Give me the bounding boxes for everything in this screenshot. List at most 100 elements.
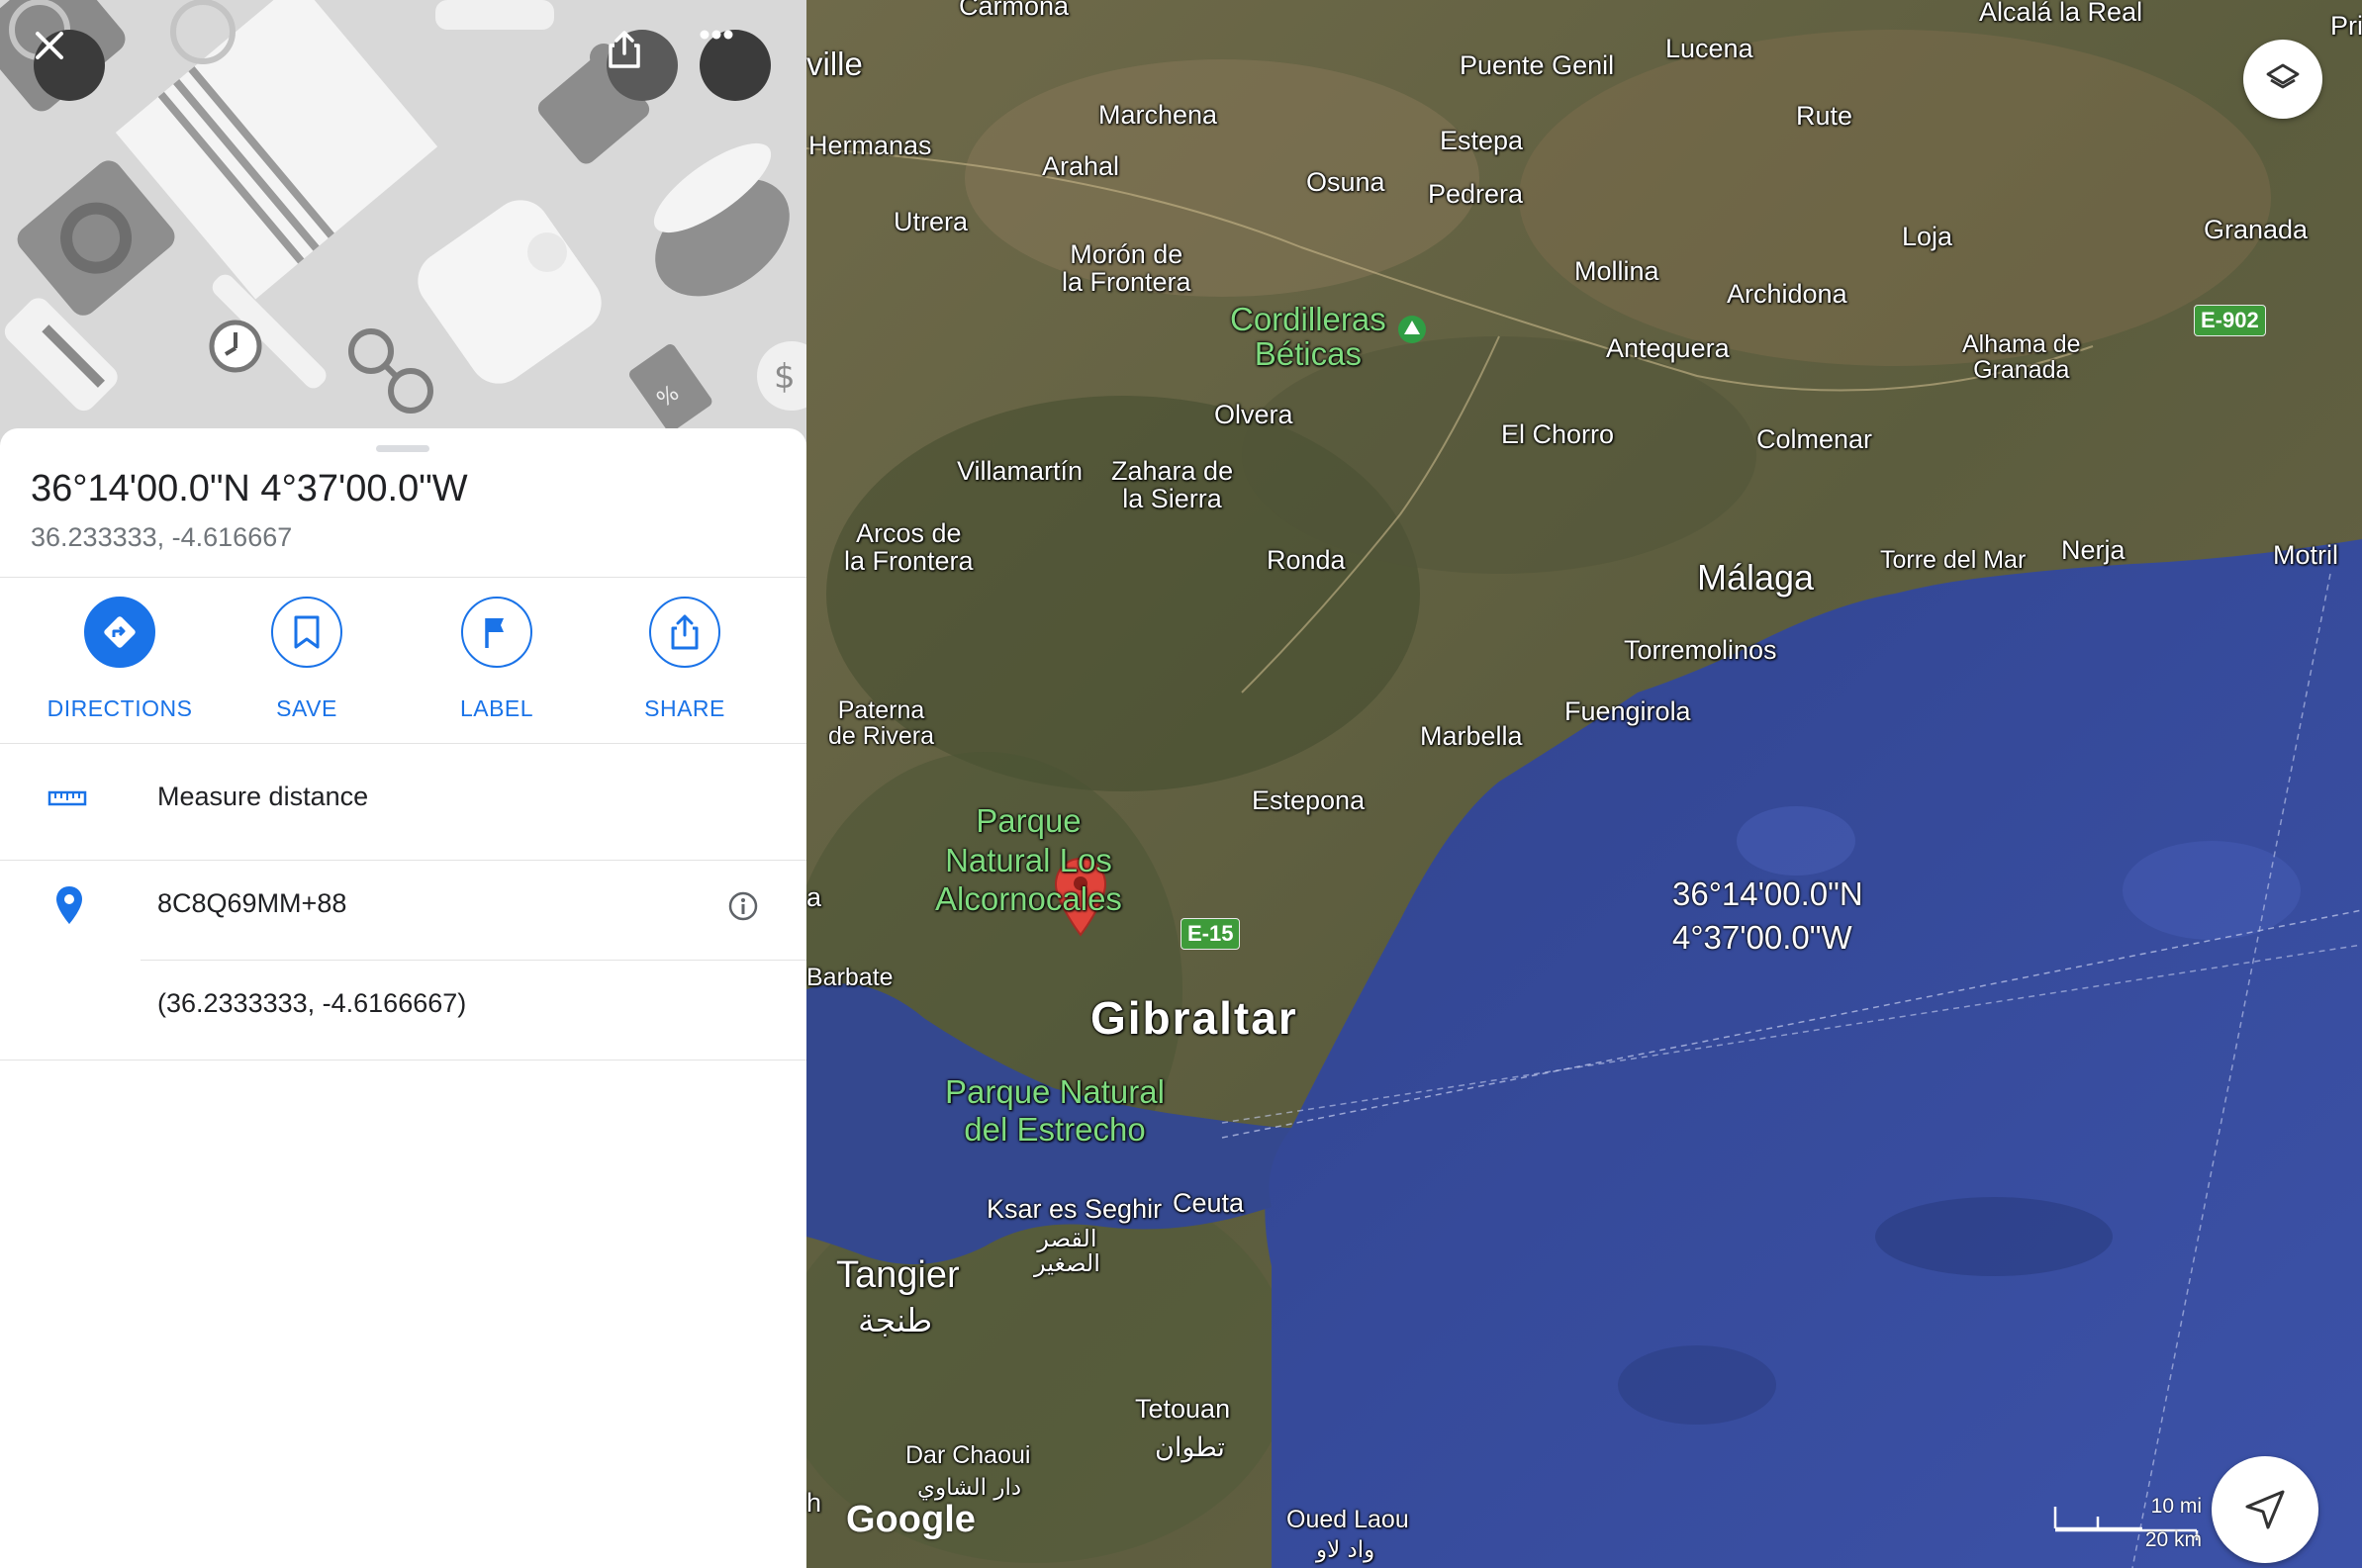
map-label-tangier: Tangier: [836, 1254, 960, 1296]
map-label-oued-laou-ar: واد لاو: [1316, 1537, 1375, 1563]
more-options-button[interactable]: [700, 30, 771, 101]
directions-label: DIRECTIONS: [47, 695, 193, 721]
map-label-tangier-ar: طنجة: [858, 1301, 933, 1339]
road-shield-e15: E-15: [1181, 918, 1241, 950]
map-label-hermanas: Hermanas: [808, 131, 932, 160]
label-button[interactable]: LABEL: [403, 597, 591, 725]
scale-km: 20 km: [2144, 1528, 2202, 1551]
map-label-dar-chaoui-ar: دار الشاوي: [917, 1475, 1022, 1501]
map-label-carmona: Carmona: [959, 0, 1070, 21]
map-label-moron: Morón de la Frontera: [1062, 239, 1191, 298]
location-pin-icon: [51, 882, 87, 928]
plus-code-text[interactable]: 8C8Q69MM+88: [157, 888, 346, 919]
map-label-paterna: Paterna de Rivera: [828, 696, 934, 751]
share-icon: [609, 31, 640, 68]
map-label-ville: ville: [806, 46, 863, 82]
hero-illustration: % $: [0, 0, 806, 445]
bookmark-icon: [294, 615, 320, 649]
map-label-tetouan: Tetouan: [1135, 1394, 1231, 1424]
map-label-olvera: Olvera: [1214, 400, 1293, 429]
place-panel: % $ 36°14'00.0"N 4°37'00.0"W 36.233333, …: [0, 0, 806, 1568]
map-label-ceuta: Ceuta: [1173, 1188, 1245, 1218]
measure-distance-row[interactable]: Measure distance: [0, 744, 806, 859]
map-label-archidona: Archidona: [1727, 279, 1847, 309]
map-label-lucena: Lucena: [1665, 34, 1753, 63]
map-label-a: a: [806, 882, 822, 912]
map-label-pri: Pri: [2330, 11, 2362, 41]
map-label-tetouan-ar: تطوان: [1155, 1432, 1225, 1463]
directions-icon: [104, 616, 136, 648]
map-label-rute: Rute: [1796, 101, 1853, 131]
road-shield-e902: E-902: [2194, 305, 2266, 336]
map-label-torremolinos: Torremolinos: [1624, 635, 1777, 665]
hero-pattern: % $: [0, 0, 806, 445]
drag-handle[interactable]: [376, 445, 429, 452]
coordinates-title: 36°14'00.0"N 4°37'00.0"W: [31, 468, 468, 509]
map-label-zahara: Zahara de la Sierra: [1111, 456, 1234, 514]
map-label-granada: Granada: [2204, 215, 2309, 244]
map-label-barbate: Barbate: [806, 964, 894, 991]
map-label-malaga: Málaga: [1697, 557, 1815, 598]
save-button[interactable]: SAVE: [213, 597, 401, 725]
map-label-villamartin: Villamartín: [957, 456, 1084, 486]
layers-icon: [2266, 63, 2300, 89]
scale-miles: 10 mi: [2150, 1495, 2202, 1518]
map-label-pedrera: Pedrera: [1428, 179, 1524, 209]
app-root: % $ 36°14'00.0"N 4°37'00.0"W 36.233333, …: [0, 0, 2362, 1568]
measure-distance-label: Measure distance: [157, 782, 369, 811]
my-location-button[interactable]: [2212, 1456, 2318, 1563]
layers-button[interactable]: [2243, 40, 2322, 119]
map-label-ksar-ar: القصر الصغير: [1034, 1225, 1100, 1278]
decimal-coords-text[interactable]: (36.2333333, -4.6166667): [157, 988, 466, 1019]
pin-label-lng: 4°37'00.0"W: [1672, 919, 1852, 956]
map-label-marbella: Marbella: [1420, 721, 1523, 751]
divider: [0, 1060, 806, 1061]
map-label-ronda: Ronda: [1267, 545, 1346, 575]
map-label-antequera: Antequera: [1606, 333, 1730, 363]
map-label-arahal: Arahal: [1042, 151, 1120, 181]
map-imagery: [806, 0, 2362, 1568]
map-scale: 10 mi 20 km: [2053, 1489, 2202, 1551]
map-label-loja: Loja: [1902, 222, 1953, 251]
map-label-estepa: Estepa: [1440, 126, 1524, 155]
divider: [0, 577, 806, 578]
map-label-motril: Motril: [2273, 540, 2338, 570]
map-label-gibraltar: Gibraltar: [1090, 992, 1298, 1044]
google-logo: Google: [846, 1499, 976, 1540]
share-top-button[interactable]: [607, 30, 678, 101]
map-label-h: h: [806, 1488, 822, 1518]
close-button[interactable]: [34, 30, 105, 101]
map-label-alcala: Alcalá la Real: [1979, 0, 2143, 27]
map-label-puente-genil: Puente Genil: [1460, 50, 1615, 80]
navigation-arrow-icon: [2245, 1490, 2285, 1529]
map-label-oued-laou: Oued Laou: [1286, 1506, 1409, 1533]
map-label-marchena: Marchena: [1098, 100, 1218, 130]
plus-code-row[interactable]: 8C8Q69MM+88: [0, 861, 806, 960]
map-label-estepona: Estepona: [1252, 785, 1366, 815]
map-label-el-chorro: El Chorro: [1501, 419, 1615, 449]
map-label-parque-estrecho: Parque Natural del Estrecho: [945, 1073, 1165, 1148]
directions-button[interactable]: DIRECTIONS: [26, 597, 214, 725]
ruler-icon: [47, 784, 87, 813]
label-label: LABEL: [459, 695, 534, 721]
share-label: SHARE: [644, 695, 725, 721]
map-label-arcos: Arcos de la Frontera: [844, 518, 974, 577]
map-label-osuna: Osuna: [1306, 167, 1385, 197]
map-label-colmenar: Colmenar: [1756, 424, 1873, 454]
svg-text:$: $: [774, 357, 796, 397]
flag-icon: [485, 618, 504, 648]
decimal-coordinates: 36.233333, -4.616667: [31, 522, 293, 552]
details-sheet: 36°14'00.0"N 4°37'00.0"W 36.233333, -4.6…: [0, 428, 806, 1568]
map-label-mollina: Mollina: [1574, 256, 1659, 286]
map-label-torre-del-mar: Torre del Mar: [1880, 546, 2027, 574]
map-label-cordilleras: Cordilleras Béticas: [1230, 301, 1386, 372]
info-icon[interactable]: [725, 888, 761, 924]
map-label-alhama: Alhama de Granada: [1962, 330, 2081, 385]
save-label: SAVE: [276, 695, 337, 721]
satellite-map[interactable]: Carmona ville Alcalá la Real Pri Puente …: [806, 0, 2362, 1568]
decimal-coords-row[interactable]: (36.2333333, -4.6166667): [0, 961, 806, 1060]
share-icon: [671, 614, 699, 650]
map-label-nerja: Nerja: [2061, 535, 2126, 565]
more-horizontal-icon: [700, 30, 733, 40]
share-button[interactable]: SHARE: [591, 597, 779, 725]
